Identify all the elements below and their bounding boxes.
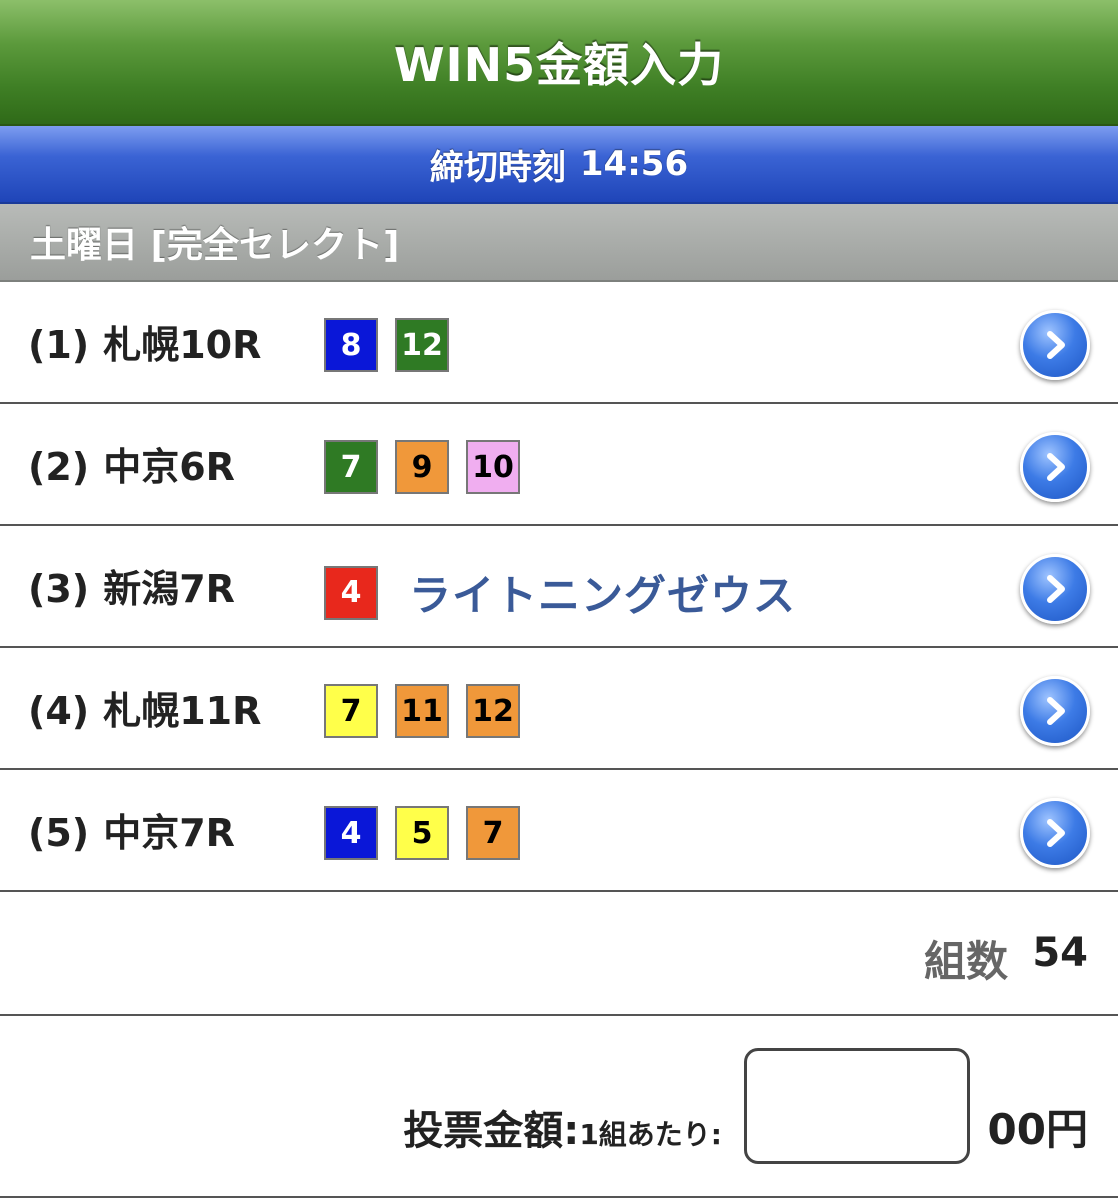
deadline-label: 締切時刻: [429, 147, 566, 188]
race-name: 新潟7R: [103, 567, 235, 611]
race-number: (1): [28, 323, 90, 367]
race-label: (1) 札幌10R: [28, 314, 261, 369]
horse-number-badge: 9: [395, 440, 449, 494]
horse-number-badge: 12: [466, 684, 520, 738]
race-name: 札幌11R: [103, 689, 262, 733]
horse-number-badge: 7: [324, 440, 378, 494]
combination-count-value: 54: [1032, 930, 1088, 976]
pick-list: 457: [324, 806, 537, 860]
bet-amount-unit: 00円: [987, 1105, 1088, 1154]
combination-count-row: 組数 54: [0, 892, 1118, 1016]
race-list: (1) 札幌10R 8 12 (2) 中京6R 7 9 10 (3) 新潟7R 4: [0, 282, 1118, 892]
horse-number-badge: 8: [324, 318, 378, 372]
race-name: 中京7R: [103, 811, 235, 855]
race-row-5[interactable]: (5) 中京7R 457: [0, 770, 1118, 892]
race-number: (4): [28, 689, 90, 733]
pick-list: 4 ライトニングゼウス: [324, 562, 796, 623]
deadline-time: 14:56: [579, 144, 689, 184]
chevron-right-glyph: [1047, 575, 1065, 603]
pick-list: 8 12: [324, 318, 466, 372]
race-name: 札幌10R: [103, 323, 262, 367]
race-label: (4) 札幌11R: [28, 680, 261, 735]
chevron-right-circle-icon[interactable]: [1020, 310, 1090, 380]
horse-number-badge: 7: [466, 806, 520, 860]
chevron-right-glyph: [1047, 819, 1065, 847]
horse-name: ライトニングゼウス: [409, 571, 797, 620]
title-bar: WIN5金額入力: [0, 0, 1118, 126]
horse-number-badge: 5: [395, 806, 449, 860]
bet-amount-row: 投票金額:1組あたり: 00円: [0, 1016, 1118, 1198]
chevron-right-glyph: [1047, 697, 1065, 725]
race-label: (2) 中京6R: [28, 436, 235, 491]
race-label: (5) 中京7R: [28, 802, 235, 857]
chevron-right-glyph: [1047, 453, 1065, 481]
day-header: 土曜日 [完全セレクト]: [0, 204, 1118, 282]
horse-number-badge: 11: [395, 684, 449, 738]
race-label: (3) 新潟7R: [28, 558, 235, 613]
chevron-right-circle-icon[interactable]: [1020, 554, 1090, 624]
race-row-4[interactable]: (4) 札幌11R 7 11 12: [0, 648, 1118, 770]
chevron-right-circle-icon[interactable]: [1020, 432, 1090, 502]
pick-list: 7 9 10: [324, 440, 537, 494]
deadline-bar: 締切時刻 14:56: [0, 126, 1118, 204]
horse-number-badge: 10: [466, 440, 520, 494]
bet-amount-input[interactable]: [744, 1048, 970, 1164]
horse-number-badge: 12: [395, 318, 449, 372]
horse-number-badge: 7: [324, 684, 378, 738]
race-number: (2): [28, 445, 90, 489]
race-number: (3): [28, 567, 90, 611]
page-title: WIN5金額入力: [393, 38, 725, 92]
race-number: (5): [28, 811, 90, 855]
chevron-right-circle-icon[interactable]: [1020, 798, 1090, 868]
chevron-right-circle-icon[interactable]: [1020, 676, 1090, 746]
bet-amount-title: 投票金額:: [403, 1108, 580, 1154]
race-row-2[interactable]: (2) 中京6R 7 9 10: [0, 404, 1118, 526]
race-name: 中京6R: [103, 445, 235, 489]
per-combination-label: 1組あたり:: [579, 1118, 722, 1151]
race-row-3[interactable]: (3) 新潟7R 4 ライトニングゼウス: [0, 526, 1118, 648]
pick-list: 7 11 12: [324, 684, 537, 738]
horse-number-badge: 4: [324, 806, 378, 860]
chevron-right-glyph: [1047, 331, 1065, 359]
combination-count-label: 組数: [923, 937, 1008, 986]
horse-number-badge: 4: [324, 565, 378, 620]
bet-amount-label: 投票金額:1組あたり:: [403, 1098, 722, 1156]
race-row-1[interactable]: (1) 札幌10R 8 12: [0, 282, 1118, 404]
